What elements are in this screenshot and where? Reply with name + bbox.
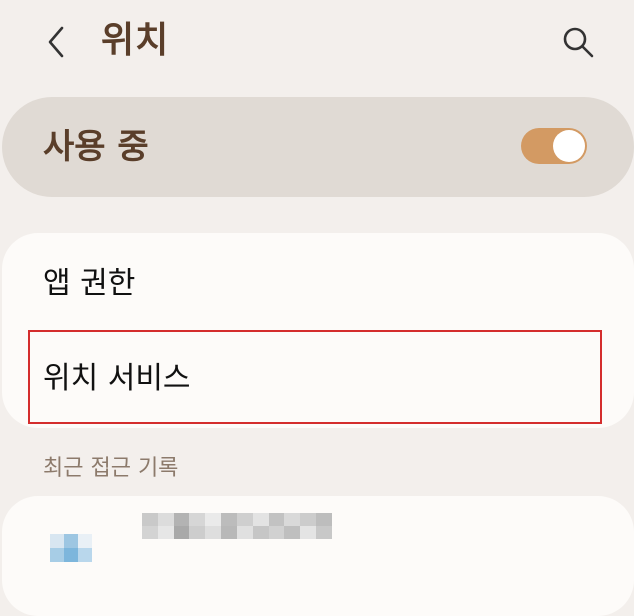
master-switch-label: 사용 중 bbox=[43, 127, 149, 167]
menu-item-label: 앱 권한 bbox=[43, 266, 136, 301]
menu-item-app-permissions[interactable]: 앱 권한 bbox=[2, 233, 634, 329]
search-button[interactable] bbox=[556, 20, 600, 64]
app-bar: 위치 bbox=[0, 0, 634, 84]
recent-app-name-pixelated bbox=[142, 513, 332, 539]
recent-access-header: 최근 접근 기록 bbox=[43, 456, 179, 481]
page-title: 위치 bbox=[101, 20, 170, 61]
toggle-knob bbox=[553, 130, 585, 162]
recent-app-icon bbox=[46, 526, 102, 582]
location-toggle[interactable] bbox=[521, 128, 587, 164]
search-icon bbox=[563, 27, 594, 58]
highlight-box bbox=[28, 330, 602, 424]
location-master-switch-row[interactable]: 사용 중 bbox=[2, 97, 634, 197]
chevron-left-icon bbox=[48, 26, 64, 58]
recent-access-card bbox=[2, 496, 634, 616]
back-button[interactable] bbox=[36, 20, 76, 64]
